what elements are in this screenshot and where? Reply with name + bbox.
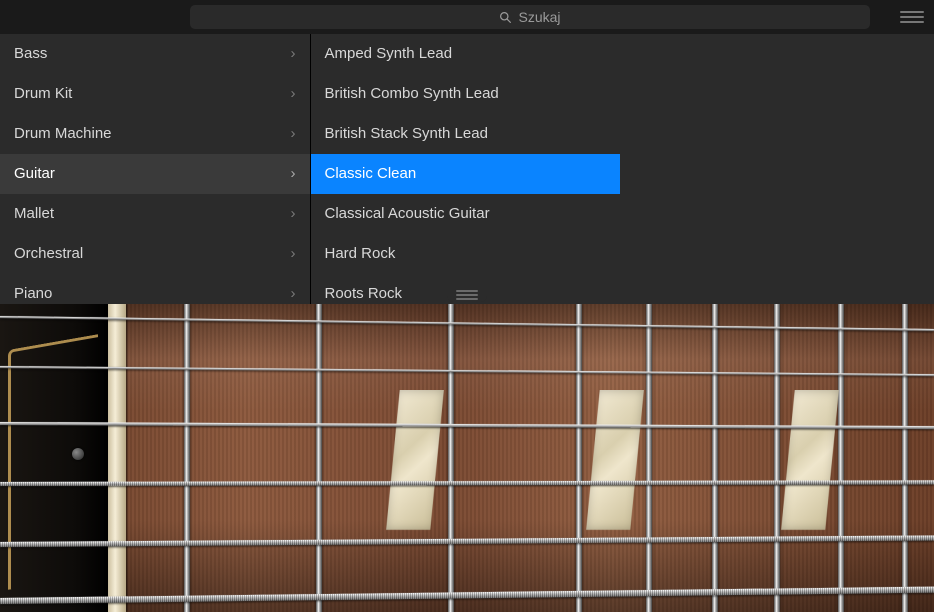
browser-empty-column: [620, 34, 934, 304]
string-5[interactable]: [0, 535, 934, 547]
chevron-right-icon: ›: [291, 245, 296, 262]
category-label: Mallet: [14, 205, 54, 222]
preset-label: British Combo Synth Lead: [325, 85, 499, 102]
chevron-right-icon: ›: [291, 285, 296, 302]
category-label: Bass: [14, 45, 47, 62]
string-3[interactable]: [0, 422, 934, 429]
top-bar: Szukaj: [0, 0, 934, 34]
preset-item[interactable]: British Combo Synth Lead: [311, 74, 621, 114]
menu-button[interactable]: [900, 5, 924, 29]
string-2[interactable]: [0, 366, 934, 376]
preset-label: British Stack Synth Lead: [325, 125, 488, 142]
chevron-right-icon: ›: [291, 125, 296, 142]
category-item-orchestral[interactable]: Orchestral ›: [0, 234, 310, 274]
preset-label: Classical Acoustic Guitar: [325, 205, 490, 222]
preset-item[interactable]: Hard Rock: [311, 234, 621, 274]
search-input[interactable]: Szukaj: [190, 5, 870, 29]
app-root: Szukaj Bass › Drum Kit › Drum Machine › …: [0, 0, 934, 612]
search-placeholder: Szukaj: [518, 9, 560, 25]
category-item-mallet[interactable]: Mallet ›: [0, 194, 310, 234]
category-item-drum-kit[interactable]: Drum Kit ›: [0, 74, 310, 114]
preset-item[interactable]: British Stack Synth Lead: [311, 114, 621, 154]
string-6[interactable]: [0, 587, 934, 604]
category-item-piano[interactable]: Piano ›: [0, 274, 310, 304]
category-label: Drum Kit: [14, 85, 72, 102]
string-4[interactable]: [0, 480, 934, 486]
category-label: Guitar: [14, 165, 55, 182]
chevron-right-icon: ›: [291, 45, 296, 62]
browser-resize-handle[interactable]: [447, 288, 487, 302]
category-item-bass[interactable]: Bass ›: [0, 34, 310, 74]
preset-label: Amped Synth Lead: [325, 45, 453, 62]
category-label: Orchestral: [14, 245, 83, 262]
category-column: Bass › Drum Kit › Drum Machine › Guitar …: [0, 34, 310, 304]
guitar-strings[interactable]: [0, 304, 934, 612]
search-icon: [499, 11, 512, 24]
preset-column: Amped Synth Lead British Combo Synth Lea…: [310, 34, 621, 304]
preset-label: Classic Clean: [325, 165, 417, 182]
preset-item[interactable]: Classical Acoustic Guitar: [311, 194, 621, 234]
guitar-touch-instrument[interactable]: [0, 304, 934, 612]
preset-label: Roots Rock: [325, 285, 403, 302]
preset-label: Hard Rock: [325, 245, 396, 262]
chevron-right-icon: ›: [291, 165, 296, 182]
category-item-drum-machine[interactable]: Drum Machine ›: [0, 114, 310, 154]
preset-item-selected[interactable]: Classic Clean: [311, 154, 621, 194]
category-item-guitar[interactable]: Guitar ›: [0, 154, 310, 194]
preset-item[interactable]: Amped Synth Lead: [311, 34, 621, 74]
chevron-right-icon: ›: [291, 205, 296, 222]
chevron-right-icon: ›: [291, 85, 296, 102]
string-1[interactable]: [0, 316, 934, 331]
category-label: Drum Machine: [14, 125, 112, 142]
sound-browser: Bass › Drum Kit › Drum Machine › Guitar …: [0, 34, 620, 304]
category-label: Piano: [14, 285, 52, 302]
